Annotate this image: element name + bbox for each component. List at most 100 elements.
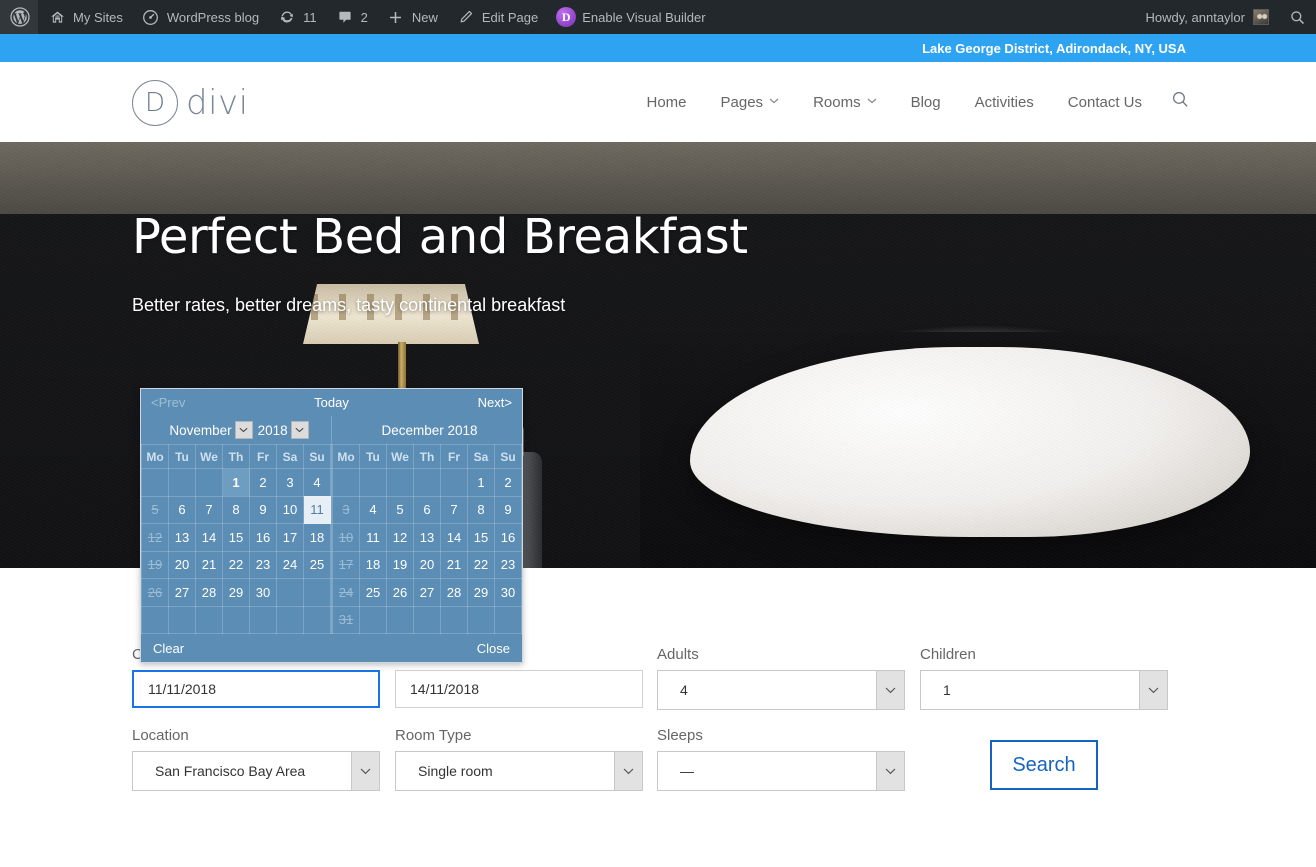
clear-button[interactable]: Clear (153, 641, 184, 656)
wordpress-logo-button[interactable] (0, 0, 38, 34)
calendar-day-cell[interactable]: 7 (440, 495, 468, 524)
calendar-day-cell[interactable]: 18 (359, 550, 387, 579)
room-type-select[interactable]: Single room (395, 751, 643, 791)
calendar-day-cell[interactable]: 1 (467, 468, 495, 497)
calendar-day-cell[interactable]: 23 (249, 550, 277, 579)
calendar-day-cell[interactable]: 2 (249, 468, 277, 497)
admin-bar-item-new[interactable]: New (377, 0, 447, 34)
calendar-day-cell[interactable]: 6 (413, 495, 441, 524)
admin-bar-item-my-sites[interactable]: My Sites (38, 0, 132, 34)
updates-count: 11 (303, 9, 317, 25)
calendar-day-cell[interactable]: 15 (222, 523, 250, 552)
admin-bar-item-wordpress-blog[interactable]: WordPress blog (132, 0, 268, 34)
calendar-day-cell[interactable]: 20 (168, 550, 196, 579)
calendar-day-cell[interactable]: 1 (222, 468, 250, 497)
calendar-day-cell[interactable]: 19 (386, 550, 414, 579)
calendar-day-cell[interactable]: 18 (303, 523, 331, 552)
calendar-day-cell[interactable]: 14 (440, 523, 468, 552)
field-adults: Adults 4 (657, 646, 905, 710)
calendar-day-cell[interactable]: 25 (359, 578, 387, 607)
weekday-label: Mo (141, 444, 169, 469)
admin-bar-search-button[interactable] (1278, 0, 1316, 34)
admin-bar-item-edit-page[interactable]: Edit Page (447, 0, 547, 34)
nav-item-home[interactable]: Home (630, 94, 704, 111)
calendar-day-cell[interactable]: 11 (303, 495, 331, 524)
calendar-day-cell[interactable]: 15 (467, 523, 495, 552)
check-in-input[interactable] (132, 670, 380, 708)
header-search-button[interactable] (1171, 90, 1190, 114)
calendar-day-cell[interactable]: 9 (494, 495, 522, 524)
calendar-empty-cell (276, 605, 304, 634)
calendar-day-cell[interactable]: 16 (494, 523, 522, 552)
calendar-day-cell[interactable]: 30 (494, 578, 522, 607)
calendar-day-cell[interactable]: 25 (303, 550, 331, 579)
calendar-day-cell[interactable]: 23 (494, 550, 522, 579)
calendar-week-row: 10 11 12 13 14 15 16 (332, 523, 522, 552)
calendar-day-cell[interactable]: 3 (276, 468, 304, 497)
calendar-week-row: 31 (332, 605, 522, 634)
calendar-day-cell[interactable]: 30 (249, 578, 277, 607)
calendar-day-cell[interactable]: 13 (168, 523, 196, 552)
calendar-day-cell[interactable]: 11 (359, 523, 387, 552)
adults-select[interactable]: 4 (657, 670, 905, 710)
calendar-day-cell[interactable]: 2 (494, 468, 522, 497)
admin-bar-my-account[interactable]: Howdy, anntaylor (1137, 0, 1278, 34)
calendar-day-cell[interactable]: 12 (386, 523, 414, 552)
calendar-day-cell[interactable]: 17 (276, 523, 304, 552)
admin-bar-item-updates[interactable]: 11 (268, 0, 326, 34)
location-select[interactable]: San Francisco Bay Area (132, 751, 380, 791)
sleeps-select[interactable]: — (657, 751, 905, 791)
sites-icon (47, 7, 67, 27)
today-button[interactable]: Today (141, 395, 522, 410)
admin-bar-item-enable-visual-builder[interactable]: D Enable Visual Builder (547, 0, 714, 34)
next-month-button[interactable]: Next> (478, 395, 512, 410)
site-logo[interactable]: D divi (132, 80, 249, 126)
search-button[interactable]: Search (990, 740, 1098, 790)
nav-item-pages[interactable]: Pages (704, 94, 797, 111)
check-out-input[interactable] (395, 670, 643, 708)
chevron-down-icon (234, 421, 253, 439)
calendar-day-cell[interactable]: 9 (249, 495, 277, 524)
nav-item-activities[interactable]: Activities (958, 94, 1051, 111)
calendar-day-cell[interactable]: 8 (467, 495, 495, 524)
month-select-value: November (169, 422, 232, 438)
admin-bar-item-comments[interactable]: 2 (326, 0, 377, 34)
adults-value: 4 (680, 682, 688, 698)
nav-item-contact-us[interactable]: Contact Us (1051, 94, 1159, 111)
nav-label: Home (646, 93, 687, 111)
calendar-day-cell[interactable]: 22 (467, 550, 495, 579)
children-select[interactable]: 1 (920, 670, 1168, 710)
calendar-day-cell[interactable]: 28 (195, 578, 223, 607)
year-select[interactable]: 2018 (258, 421, 309, 439)
calendar-day-cell[interactable]: 27 (413, 578, 441, 607)
calendar-day-cell[interactable]: 5 (386, 495, 414, 524)
calendar-day-cell[interactable]: 27 (168, 578, 196, 607)
nav-item-rooms[interactable]: Rooms (796, 94, 894, 111)
weekday-label: We (195, 444, 223, 469)
date-picker-popup[interactable]: <Prev Today Next> November 2018 Mo Tu We… (140, 388, 523, 663)
close-button[interactable]: Close (477, 641, 510, 656)
calendar-day-cell[interactable]: 6 (168, 495, 196, 524)
calendar-day-cell[interactable]: 4 (359, 495, 387, 524)
calendar-day-cell[interactable]: 24 (276, 550, 304, 579)
calendar-day-cell[interactable]: 28 (440, 578, 468, 607)
calendar-day-cell[interactable]: 8 (222, 495, 250, 524)
calendar-day-cell[interactable]: 29 (222, 578, 250, 607)
month-select[interactable]: November (169, 421, 253, 439)
nav-item-blog[interactable]: Blog (894, 94, 958, 111)
calendar-day-cell[interactable]: 29 (467, 578, 495, 607)
room-type-value: Single room (418, 763, 493, 779)
calendar-day-cell[interactable]: 21 (195, 550, 223, 579)
calendar-day-cell[interactable]: 4 (303, 468, 331, 497)
calendar-week-row: 1234 (141, 468, 331, 497)
calendar-day-cell[interactable]: 16 (249, 523, 277, 552)
hero-ceiling (0, 142, 1316, 214)
calendar-day-cell[interactable]: 20 (413, 550, 441, 579)
calendar-day-cell[interactable]: 14 (195, 523, 223, 552)
calendar-day-cell[interactable]: 10 (276, 495, 304, 524)
calendar-day-cell[interactable]: 21 (440, 550, 468, 579)
calendar-day-cell[interactable]: 22 (222, 550, 250, 579)
calendar-day-cell[interactable]: 26 (386, 578, 414, 607)
calendar-day-cell[interactable]: 13 (413, 523, 441, 552)
calendar-day-cell[interactable]: 7 (195, 495, 223, 524)
